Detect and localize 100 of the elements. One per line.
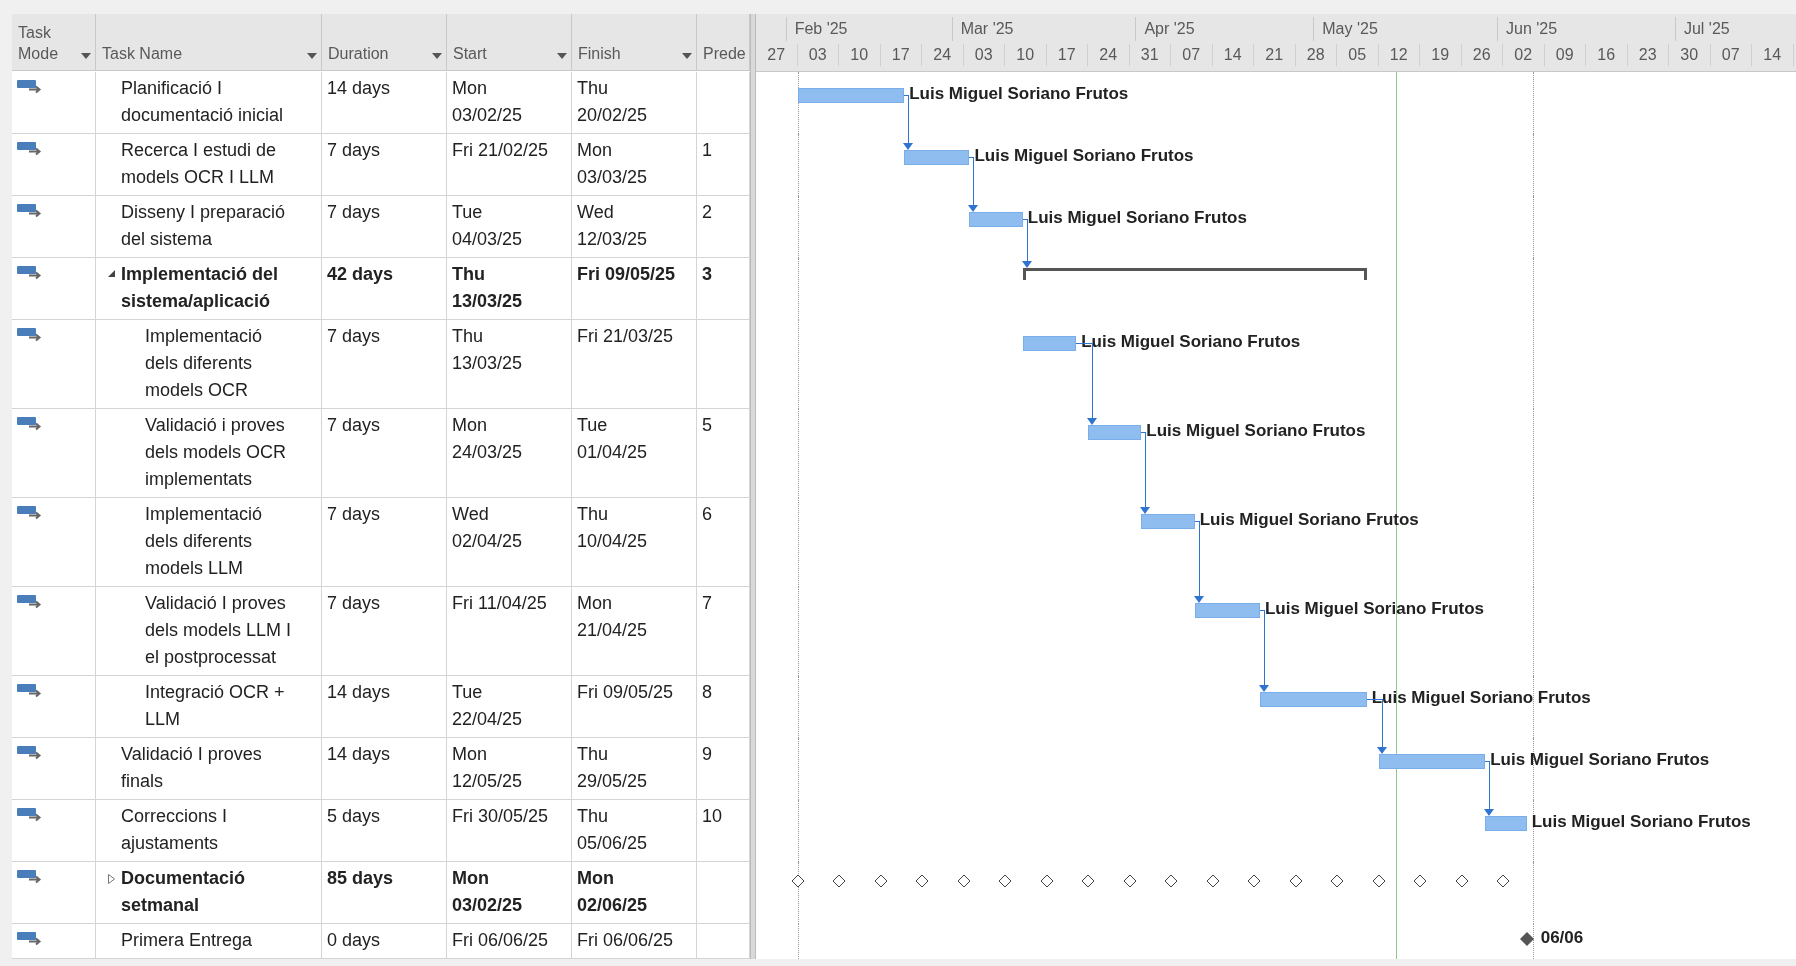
- column-header[interactable]: Prede: [697, 14, 750, 71]
- month-label: Jun '25: [1497, 17, 1558, 41]
- duration-cell: 14 days: [322, 72, 447, 134]
- week-label: 30: [1669, 44, 1711, 66]
- expand-triangle-icon[interactable]: [108, 874, 115, 884]
- task-mode-icon: [17, 594, 43, 609]
- dropdown-caret-icon[interactable]: [81, 53, 91, 59]
- task-name-cell[interactable]: Disseny I preparació del sistema: [96, 196, 322, 258]
- finish-date-cell: Mon 02/06/25: [572, 862, 697, 924]
- week-label: 28: [1295, 44, 1337, 66]
- week-label: 07: [1710, 44, 1752, 66]
- finish-date-cell: Fri 09/05/25: [572, 258, 697, 320]
- recurring-marker-icon[interactable]: [1288, 874, 1303, 888]
- week-label: 23: [1627, 44, 1669, 66]
- duration-cell: 14 days: [322, 676, 447, 738]
- duration-cell: 7 days: [322, 498, 447, 587]
- week-label: 19: [1420, 44, 1462, 66]
- month-label: Feb '25: [785, 17, 848, 41]
- recurring-marker-icon[interactable]: [790, 874, 805, 888]
- task-mode-icon: [17, 416, 43, 431]
- resource-label: Luis Miguel Soriano Frutos: [1146, 420, 1366, 442]
- task-mode-icon: [17, 141, 43, 156]
- task-name-cell[interactable]: Recerca I estudi de models OCR I LLM: [96, 134, 322, 196]
- column-header[interactable]: Start: [447, 14, 572, 71]
- week-label: 02: [1503, 44, 1545, 66]
- duration-cell: 42 days: [322, 258, 447, 320]
- resource-label: Luis Miguel Soriano Frutos: [974, 145, 1194, 167]
- collapse-triangle-icon[interactable]: [108, 270, 116, 278]
- week-label: 16: [1586, 44, 1628, 66]
- column-header[interactable]: Task Name: [96, 14, 322, 71]
- task-name-cell[interactable]: Validació i proves dels models OCR implementats: [96, 409, 322, 498]
- week-label: 17: [880, 44, 922, 66]
- task-name-cell[interactable]: Planificació I documentació inicial: [96, 72, 322, 134]
- task-mode-icon: [17, 203, 43, 218]
- duration-cell: 14 days: [322, 738, 447, 800]
- recurring-marker-icon[interactable]: [956, 874, 971, 888]
- recurring-marker-icon[interactable]: [1164, 874, 1178, 888]
- week-label: 14: [1212, 44, 1254, 66]
- recurring-marker-icon[interactable]: [1039, 874, 1054, 888]
- summary-bar[interactable]: [1022, 268, 1367, 280]
- finish-date-cell: Mon 03/03/25: [572, 134, 697, 196]
- task-name-cell[interactable]: Implementació del sistema/aplicació: [96, 258, 322, 320]
- task-mode-icon: [17, 79, 43, 94]
- task-name-cell[interactable]: Documentació setmanal: [96, 862, 322, 924]
- dropdown-caret-icon[interactable]: [432, 53, 442, 59]
- recurring-marker-icon[interactable]: [1413, 874, 1427, 888]
- resource-label: Luis Miguel Soriano Frutos: [1199, 509, 1419, 531]
- recurring-marker-icon[interactable]: [1122, 874, 1137, 888]
- task-name-cell[interactable]: Primera Entrega: [96, 924, 322, 959]
- column-header[interactable]: Finish: [572, 14, 697, 71]
- recurring-marker-icon[interactable]: [1247, 874, 1261, 888]
- dropdown-caret-icon[interactable]: [307, 53, 317, 59]
- resource-label: Luis Miguel Soriano Frutos: [1027, 207, 1247, 229]
- recurring-marker-icon[interactable]: [1371, 874, 1386, 888]
- duration-cell: 5 days: [322, 800, 447, 862]
- duration-cell: 7 days: [322, 320, 447, 409]
- recurring-marker-icon[interactable]: [998, 874, 1012, 888]
- start-date-cell: Mon 03/02/25: [447, 862, 572, 924]
- recurring-marker-icon[interactable]: [1330, 874, 1344, 888]
- week-label: 03: [963, 44, 1005, 66]
- start-date-cell: Tue 04/03/25: [447, 196, 572, 258]
- week-label: 31: [1129, 44, 1171, 66]
- month-label: Apr '25: [1135, 17, 1195, 41]
- week-label: 24: [1088, 44, 1130, 66]
- finish-date-cell: Tue 01/04/25: [572, 409, 697, 498]
- duration-cell: 7 days: [322, 409, 447, 498]
- week-label: 26: [1461, 44, 1503, 66]
- column-header[interactable]: Task Mode: [12, 14, 96, 71]
- duration-cell: 7 days: [322, 587, 447, 676]
- task-name-cell[interactable]: Implementació dels diferents models OCR: [96, 320, 322, 409]
- recurring-marker-icon[interactable]: [915, 874, 929, 888]
- finish-date-cell: Fri 21/03/25: [572, 320, 697, 409]
- task-name-cell[interactable]: Implementació dels diferents models LLM: [96, 498, 322, 587]
- recurring-marker-icon[interactable]: [832, 874, 846, 888]
- task-name-cell[interactable]: Integració OCR + LLM: [96, 676, 322, 738]
- task-name-cell[interactable]: Validació I proves dels models LLM I el postprocessat: [96, 587, 322, 676]
- recurring-marker-icon[interactable]: [1081, 874, 1095, 888]
- start-date-cell: Fri 11/04/25: [447, 587, 572, 676]
- column-header[interactable]: Duration: [322, 14, 447, 71]
- start-date-cell: Wed 02/04/25: [447, 498, 572, 587]
- recurring-marker-icon[interactable]: [873, 874, 888, 888]
- task-name-cell[interactable]: Validació I proves finals: [96, 738, 322, 800]
- start-date-cell: Fri 30/05/25: [447, 800, 572, 862]
- duration-cell: 0 days: [322, 924, 447, 959]
- dropdown-caret-icon[interactable]: [557, 53, 567, 59]
- week-label: 12: [1378, 44, 1420, 66]
- resource-label: Luis Miguel Soriano Frutos: [1264, 598, 1485, 620]
- start-date-cell: Mon 12/05/25: [447, 738, 572, 800]
- recurring-marker-icon[interactable]: [1496, 874, 1510, 888]
- week-label: 24: [922, 44, 964, 66]
- task-name-cell[interactable]: Correccions I ajustaments: [96, 800, 322, 862]
- week-label: 10: [839, 44, 881, 66]
- recurring-marker-icon[interactable]: [1454, 874, 1469, 888]
- recurring-marker-icon[interactable]: [1205, 874, 1220, 888]
- month-label: Mar '25: [951, 17, 1014, 41]
- start-date-cell: Fri 06/06/25: [447, 924, 572, 959]
- dropdown-caret-icon[interactable]: [682, 53, 692, 59]
- milestone-icon[interactable]: [1518, 931, 1535, 947]
- start-date-cell: Fri 21/02/25: [447, 134, 572, 196]
- month-label: May '25: [1313, 17, 1378, 41]
